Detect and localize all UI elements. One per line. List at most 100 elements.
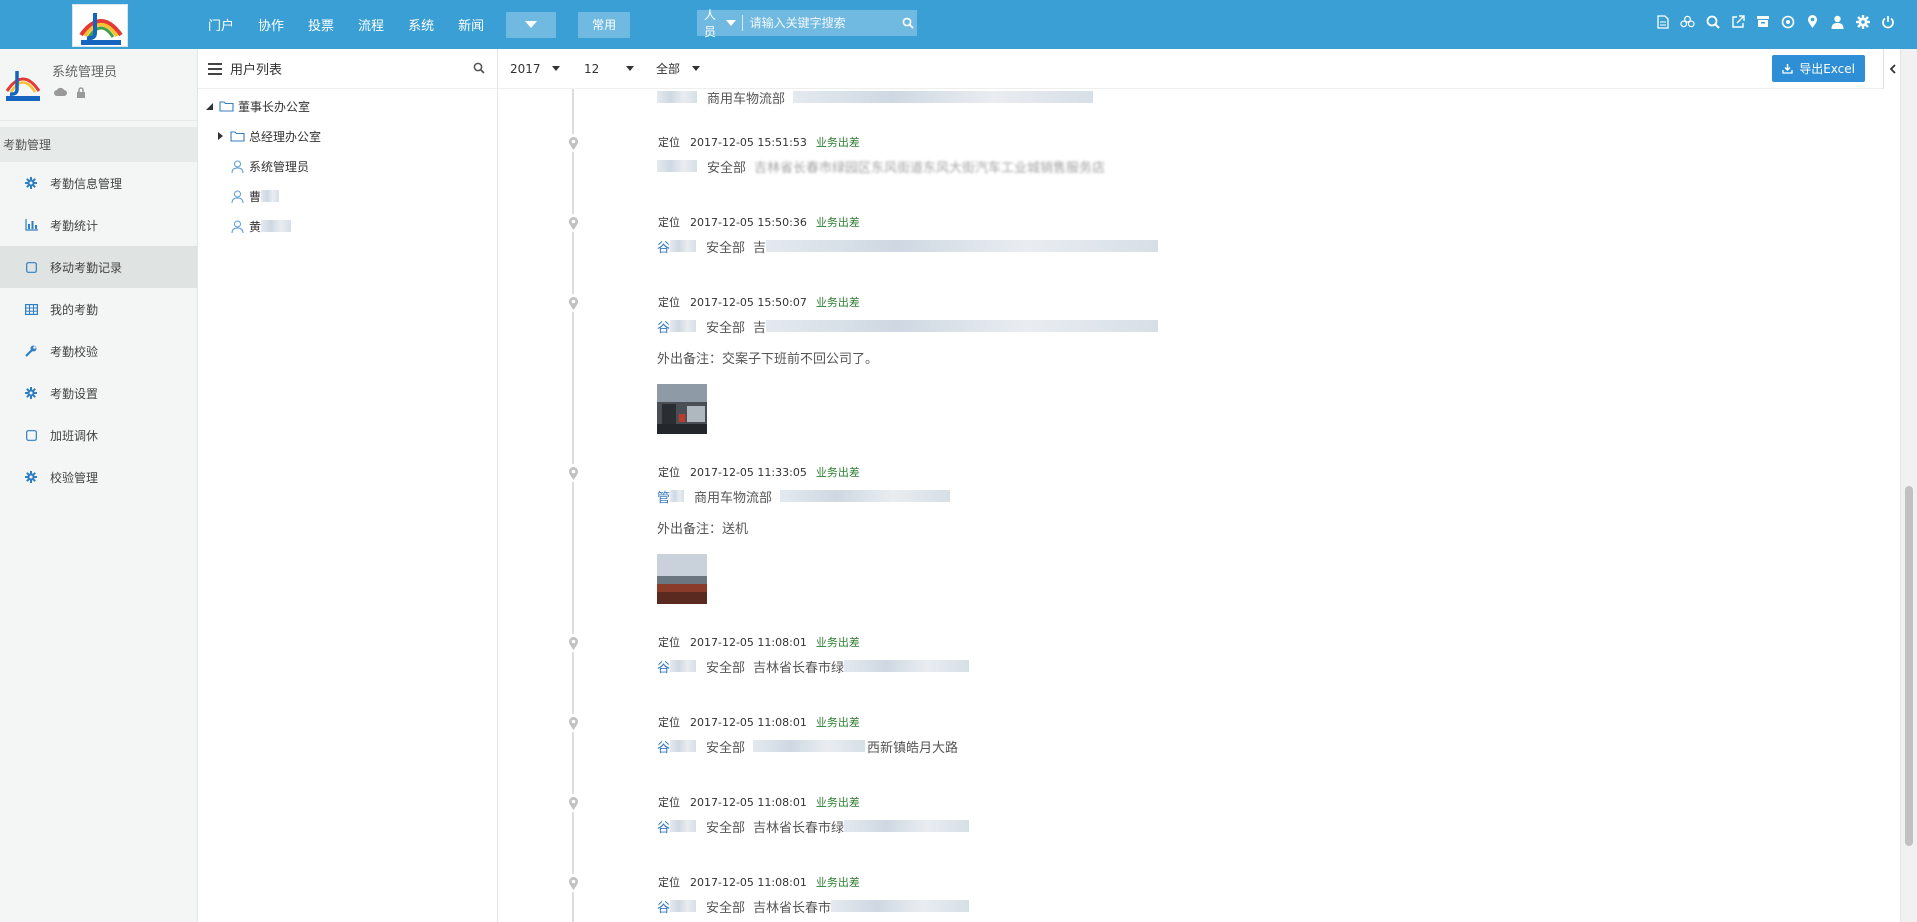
- entry-person[interactable]: 管: [657, 487, 685, 506]
- tree-title: 用户列表: [230, 63, 283, 78]
- entry-person[interactable]: 谷: [657, 657, 697, 676]
- entry-person[interactable]: [657, 160, 697, 172]
- search-input[interactable]: [742, 16, 900, 30]
- month-select[interactable]: 12: [584, 62, 634, 76]
- sidebar-item-attendance-verify[interactable]: 考勤校验: [0, 330, 197, 372]
- tree-node-gm-office[interactable]: 总经理办公室: [198, 121, 497, 151]
- archive-icon[interactable]: [1755, 14, 1770, 29]
- entry-person[interactable]: 谷: [657, 237, 697, 256]
- nav-vote[interactable]: 投票: [308, 15, 334, 34]
- nav-workflow[interactable]: 流程: [358, 15, 384, 34]
- scrollbar-thumb[interactable]: [1905, 486, 1913, 846]
- entry-person[interactable]: 谷: [657, 737, 697, 756]
- location-icon[interactable]: [1805, 14, 1820, 29]
- menu-icon[interactable]: [208, 62, 222, 75]
- entry-tag: 业务出差: [815, 636, 860, 649]
- nav-more-dropdown[interactable]: [506, 11, 557, 38]
- tree-node-user[interactable]: 系统管理员: [198, 151, 497, 181]
- entry-body: 谷 安全部 吉: [657, 317, 1159, 336]
- caret-down-icon[interactable]: [204, 102, 214, 110]
- entry-person[interactable]: 谷: [657, 317, 697, 336]
- entry-type: 定位: [658, 796, 680, 809]
- user-profile: 系统管理员: [0, 49, 197, 121]
- entry-photo[interactable]: [657, 554, 707, 604]
- export-icon: [1782, 64, 1793, 74]
- entry-person[interactable]: 谷: [657, 817, 697, 836]
- sidebar-item-attendance-stats[interactable]: 考勤统计: [0, 204, 197, 246]
- search-category-select[interactable]: 人员: [697, 8, 743, 39]
- folder-icon: [229, 129, 245, 143]
- entry-tag: 业务出差: [815, 136, 860, 149]
- caret-right-icon[interactable]: [215, 132, 225, 140]
- users-icon[interactable]: [1680, 14, 1695, 29]
- export-excel-button[interactable]: 导出Excel: [1772, 55, 1865, 82]
- vertical-scrollbar[interactable]: [1900, 49, 1917, 922]
- sidebar-item-label: 移动考勤记录: [50, 260, 123, 275]
- entry-person[interactable]: [657, 91, 697, 103]
- settings-icon[interactable]: [1855, 14, 1870, 29]
- entry-header: 定位 2017-12-05 11:08:01 业务出差: [658, 714, 860, 730]
- tree-node-user[interactable]: 曹: [198, 181, 497, 211]
- square-icon: [24, 260, 38, 274]
- scope-value: 全部: [656, 62, 681, 76]
- search-icon[interactable]: [473, 62, 485, 77]
- entry-body: 谷 安全部 吉: [657, 237, 1159, 256]
- collapse-panel-button[interactable]: [1883, 49, 1900, 89]
- entry-type: 定位: [658, 296, 680, 309]
- entry-header: 定位 2017-12-05 11:08:01 业务出差: [658, 874, 860, 890]
- sidebar-item-overtime[interactable]: 加班调休: [0, 414, 197, 456]
- month-value: 12: [584, 61, 600, 76]
- nav-system[interactable]: 系统: [408, 15, 434, 34]
- search-icon[interactable]: [900, 12, 917, 34]
- sidebar: 系统管理员 考勤管理 考勤信息管理 考勤统计 移动考勤记录 我的考勤 考勤校验 …: [0, 49, 198, 922]
- entry-tag: 业务出差: [815, 796, 860, 809]
- grid-icon: [24, 302, 38, 316]
- entry-time: 2017-12-05 15:50:07: [690, 295, 807, 309]
- entry-dept: 安全部: [707, 160, 747, 176]
- entry-dept: 安全部: [706, 240, 746, 256]
- avatar[interactable]: [3, 65, 43, 105]
- document-icon[interactable]: [1655, 14, 1670, 29]
- sidebar-item-my-attendance[interactable]: 我的考勤: [0, 288, 197, 330]
- entry-dept: 商用车物流部: [694, 490, 773, 506]
- common-button[interactable]: 常用: [578, 11, 631, 38]
- company-logo[interactable]: [72, 4, 128, 47]
- year-select[interactable]: 2017: [510, 62, 560, 76]
- chevron-down-icon: [525, 20, 538, 28]
- target-icon[interactable]: [1780, 14, 1795, 29]
- sidebar-item-label: 我的考勤: [50, 302, 99, 317]
- sidebar-item-verify-management[interactable]: 校验管理: [0, 456, 197, 498]
- sidebar-item-mobile-records[interactable]: 移动考勤记录: [0, 246, 197, 288]
- user-icon[interactable]: [1830, 14, 1845, 29]
- entry-header: 定位 2017-12-05 15:51:53 业务出差: [658, 134, 860, 150]
- bar-chart-icon: [24, 218, 38, 232]
- entry-time: 2017-12-05 15:51:53: [690, 135, 807, 149]
- entry-dept: 商用车物流部: [707, 91, 786, 107]
- entry-type: 定位: [658, 636, 680, 649]
- external-link-icon[interactable]: [1730, 14, 1745, 29]
- main-nav: 门户 协作 投票 流程 系统 新闻 常用: [208, 0, 631, 49]
- nav-portal[interactable]: 门户: [208, 15, 234, 34]
- sidebar-item-attendance-info[interactable]: 考勤信息管理: [0, 162, 197, 204]
- attendance-timeline: 商用车物流部 定位 2017-12-05 15:51:53 业务出差 安全部 吉…: [498, 89, 1900, 922]
- caret-down-icon: [626, 66, 634, 71]
- search-icon[interactable]: [1705, 14, 1720, 29]
- power-icon[interactable]: [1880, 14, 1895, 29]
- nav-collaboration[interactable]: 协作: [258, 15, 284, 34]
- sidebar-item-attendance-settings[interactable]: 考勤设置: [0, 372, 197, 414]
- entry-header: 定位 2017-12-05 15:50:36 业务出差: [658, 214, 860, 230]
- entry-location: 吉林省长春市绿: [753, 657, 970, 676]
- caret-down-icon: [725, 20, 736, 26]
- tree-node-user[interactable]: 黄: [198, 211, 497, 241]
- gear-icon: [24, 176, 38, 190]
- map-pin-icon: [565, 464, 581, 482]
- entry-header: 定位 2017-12-05 11:08:01 业务出差: [658, 794, 860, 810]
- entry-photo[interactable]: [657, 384, 707, 434]
- scope-select[interactable]: 全部: [656, 60, 700, 77]
- entry-body: 商用车物流部: [657, 89, 1094, 107]
- entry-person[interactable]: 谷: [657, 897, 697, 916]
- caret-down-icon: [692, 66, 700, 71]
- tree-node-label: 董事长办公室: [238, 99, 311, 114]
- nav-news[interactable]: 新闻: [458, 15, 484, 34]
- tree-node-chairman-office[interactable]: 董事长办公室: [198, 91, 497, 121]
